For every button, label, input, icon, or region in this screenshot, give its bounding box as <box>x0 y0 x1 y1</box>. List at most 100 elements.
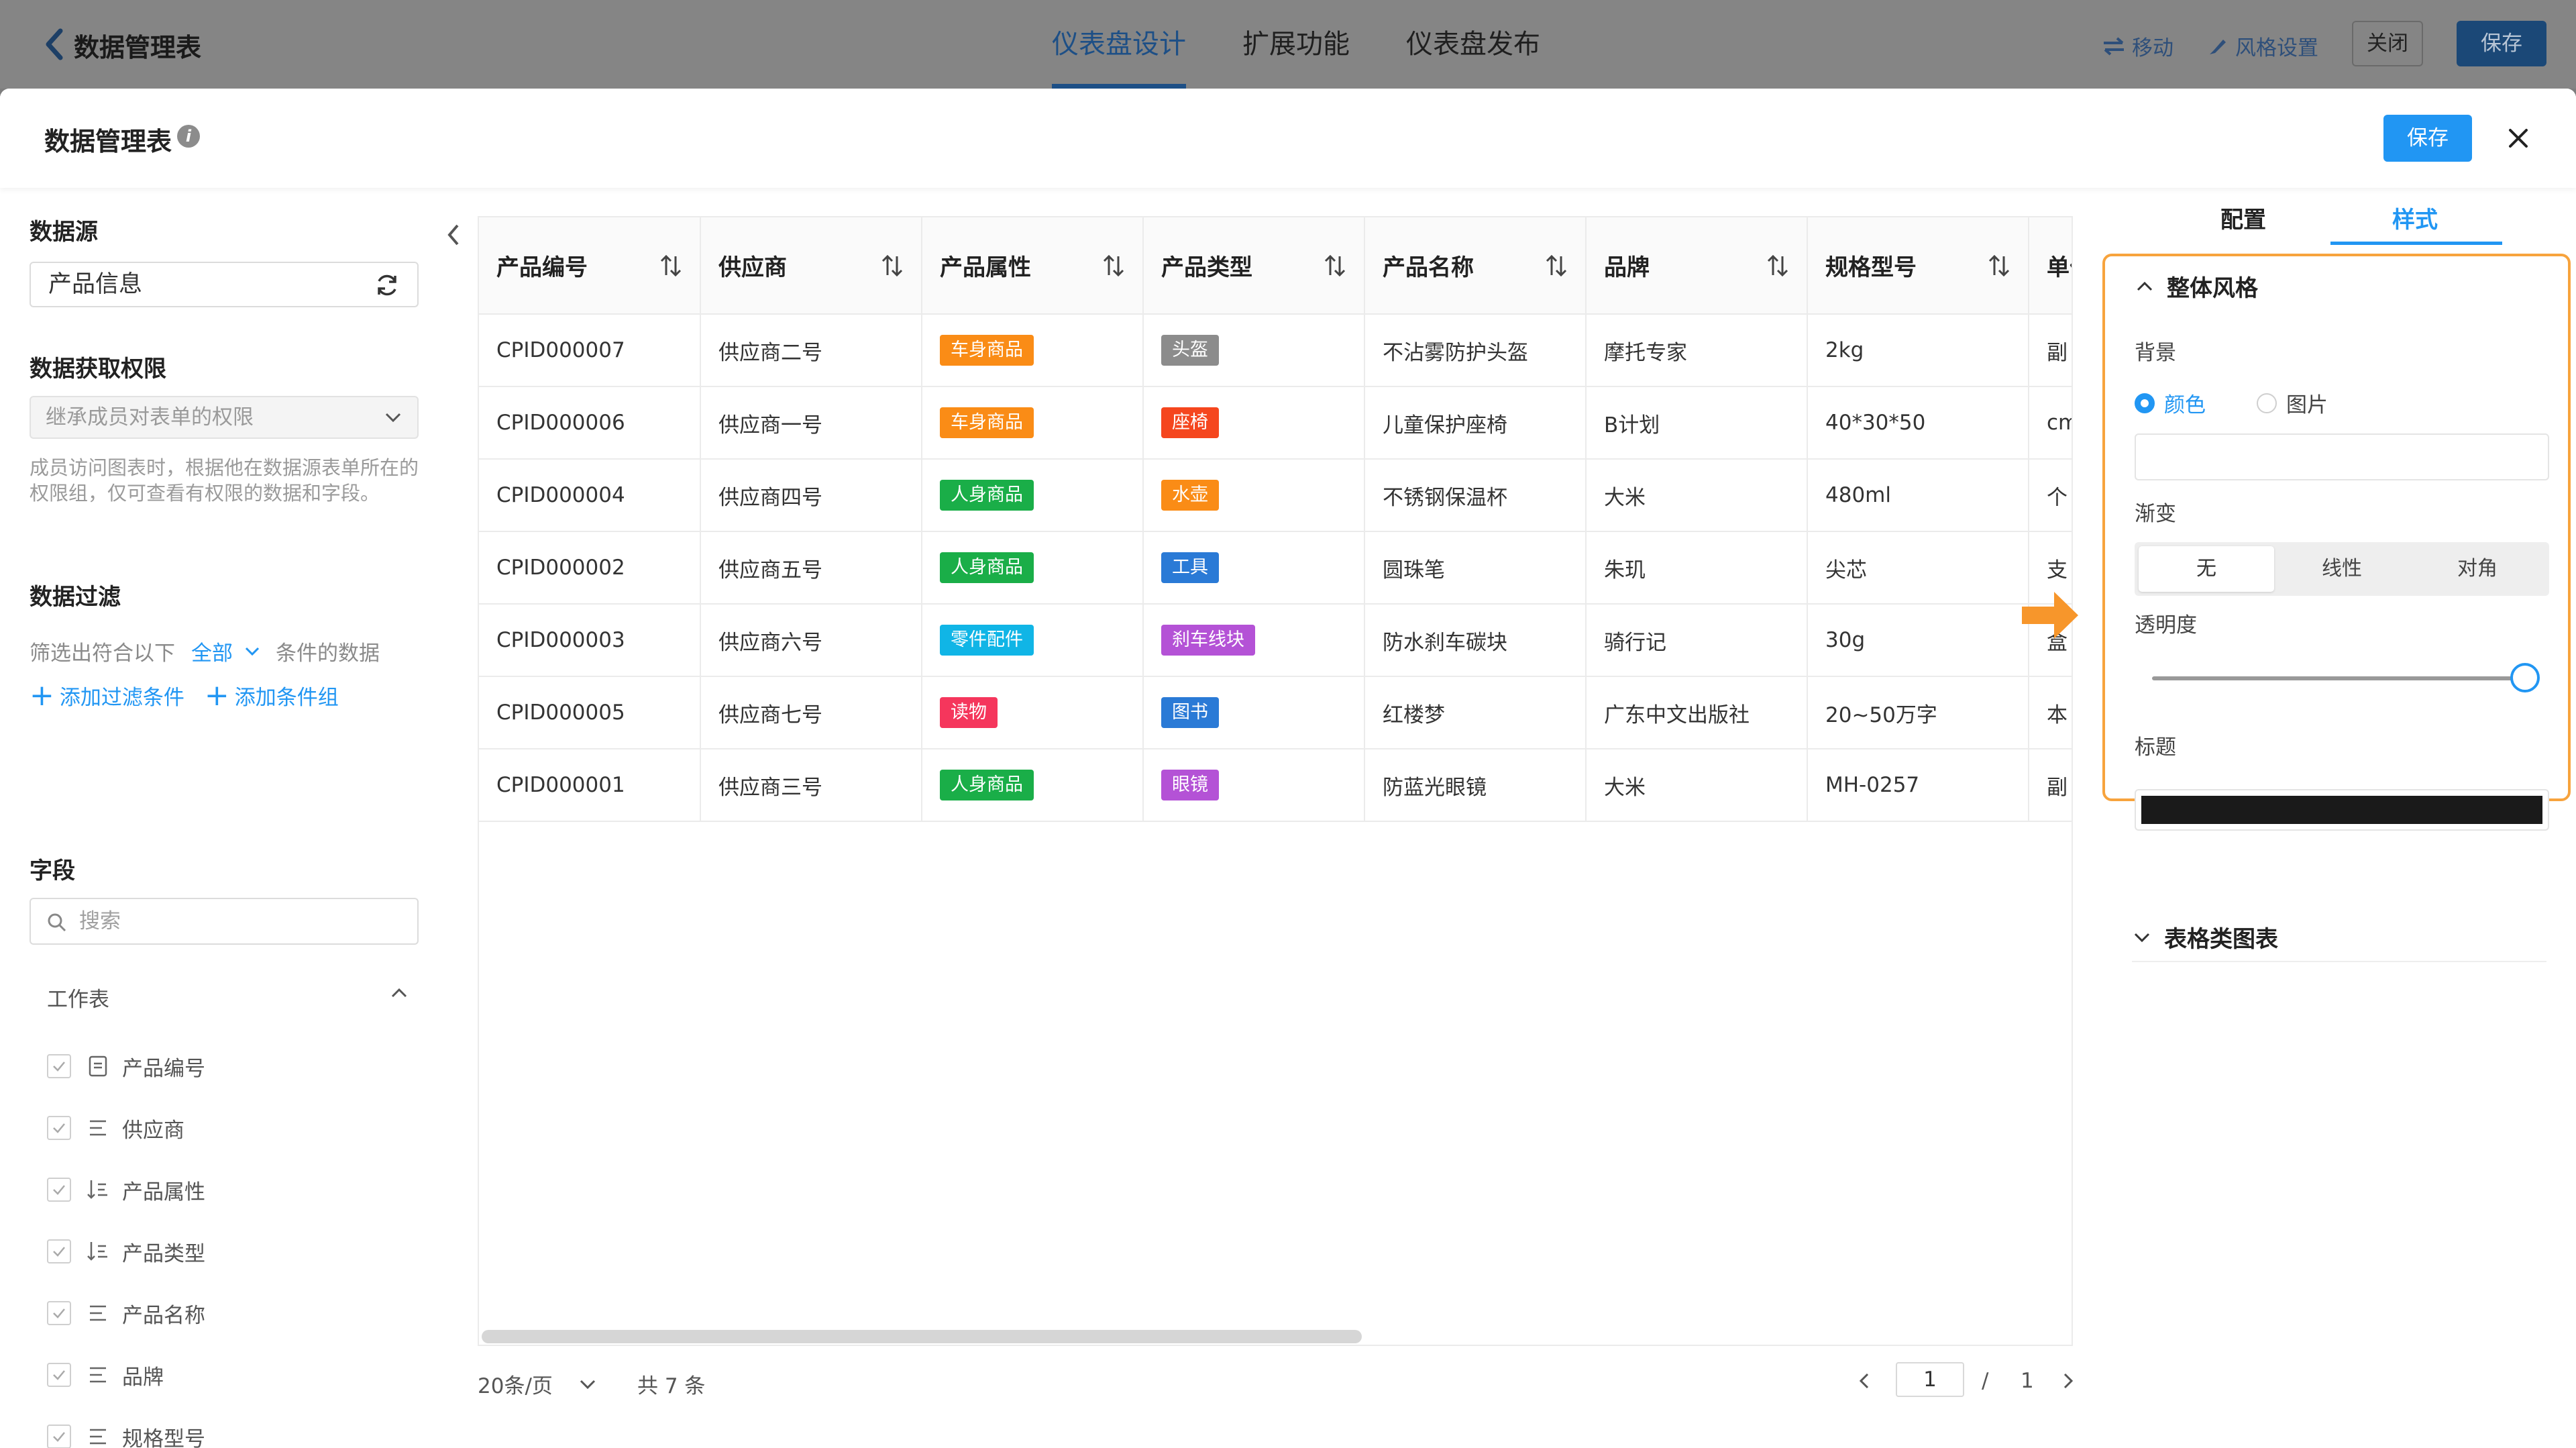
field-item[interactable]: 产品属性 <box>47 1174 205 1205</box>
column-header[interactable]: 产品类型 <box>1143 217 1365 315</box>
cell-product-attr: 人身商品 <box>922 459 1144 532</box>
sort-field-icon <box>85 1238 111 1265</box>
filter-prefix: 筛选出符合以下 <box>30 641 175 666</box>
gradient-segmented-control: 无 线性 对角 <box>2135 542 2549 596</box>
tab-extensions[interactable]: 扩展功能 <box>1242 0 1350 89</box>
gradient-option-linear[interactable]: 线性 <box>2274 546 2410 592</box>
chevron-down-icon <box>580 1380 595 1389</box>
tab-dashboard-publish[interactable]: 仪表盘发布 <box>1406 0 1540 89</box>
product-attr-tag: 车身商品 <box>940 335 1034 366</box>
field-item[interactable]: 品牌 <box>47 1359 164 1390</box>
close-icon[interactable] <box>2502 122 2534 154</box>
info-icon[interactable]: i <box>177 125 200 148</box>
cell-spec: 尖芯 <box>1807 531 2029 605</box>
opacity-label: 透明度 <box>2135 613 2197 637</box>
sort-icon[interactable] <box>659 252 682 279</box>
background-color-input[interactable] <box>2135 433 2549 480</box>
background-close-button[interactable]: 关闭 <box>2352 21 2423 66</box>
current-page-input[interactable]: 1 <box>1896 1362 1964 1397</box>
field-checkbox[interactable] <box>47 1301 71 1325</box>
overall-style-header[interactable]: 整体风格 <box>2135 270 2258 303</box>
field-item[interactable]: 产品类型 <box>47 1236 205 1267</box>
back-arrow-icon[interactable] <box>35 24 75 64</box>
column-header[interactable]: 规格型号 <box>1807 217 2029 315</box>
move-button[interactable]: 移动 <box>2102 31 2174 61</box>
sort-icon[interactable] <box>1766 252 1789 279</box>
collapse-panel-icon[interactable] <box>439 208 468 262</box>
sort-icon[interactable] <box>1102 252 1125 279</box>
cell-supplier: 供应商一号 <box>700 386 922 460</box>
column-header[interactable]: 品牌 <box>1586 217 1808 315</box>
cell-product-attr: 人身商品 <box>922 749 1144 822</box>
gradient-option-diagonal[interactable]: 对角 <box>2410 546 2545 592</box>
field-item[interactable]: 产品编号 <box>47 1051 205 1082</box>
radio-color[interactable] <box>2135 393 2155 413</box>
table-row[interactable]: CPID000001 供应商三号 人身商品 眼镜 防蓝光眼镜 大米 MH-0257 副 <box>479 749 2072 822</box>
background-save-button[interactable]: 保存 <box>2457 21 2546 66</box>
filter-actions: + 添加过滤条件 + 添加条件组 <box>30 680 359 711</box>
refresh-icon[interactable] <box>374 272 400 298</box>
field-label: 品牌 <box>122 1365 164 1390</box>
table-row[interactable]: CPID000002 供应商五号 人身商品 工具 圆珠笔 朱玑 尖芯支 <box>479 531 2072 605</box>
check-icon <box>53 1123 65 1133</box>
total-count: 共 7 条 <box>637 1374 706 1398</box>
cell-product-attr: 车身商品 <box>922 386 1144 460</box>
column-header[interactable]: 单位 <box>2029 217 2072 315</box>
field-checkbox[interactable] <box>47 1425 71 1448</box>
table-row[interactable]: CPID000003 供应商六号 零件配件 刹车线块 防水刹车碳块 骑行记 30g 盒 <box>479 604 2072 677</box>
field-item[interactable]: 规格型号 <box>47 1421 205 1448</box>
tab-config[interactable]: 配置 <box>2220 201 2266 234</box>
title-label: 标题 <box>2135 735 2176 760</box>
table-row[interactable]: CPID000006供应商一号车身商品 座椅 儿童保护座椅B计划40*30*50cm <box>479 386 2072 460</box>
next-page-icon[interactable] <box>2058 1370 2077 1392</box>
title-color-input[interactable] <box>2135 789 2549 831</box>
worksheet-group-header[interactable]: 工作表 <box>47 982 409 1013</box>
opacity-slider-track[interactable] <box>2152 676 2530 680</box>
cell-spec: MH-0257 <box>1807 749 2029 822</box>
field-search-input[interactable]: 搜索 <box>30 898 419 945</box>
column-header[interactable]: 供应商 <box>700 217 922 315</box>
filter-heading: 数据过滤 <box>30 584 121 611</box>
check-icon <box>53 1247 65 1257</box>
tab-style[interactable]: 样式 <box>2392 201 2438 234</box>
gradient-option-none[interactable]: 无 <box>2139 546 2274 592</box>
table-row[interactable]: CPID000004 供应商四号 人身商品 水壶 不锈钢保温杯 大米 480ml 个 <box>479 459 2072 532</box>
cell-brand: 骑行记 <box>1586 604 1808 677</box>
cell-spec: 20~50万字 <box>1807 676 2029 749</box>
column-header[interactable]: 产品名称 <box>1364 217 1587 315</box>
plus-icon: + <box>204 678 229 713</box>
field-item[interactable]: 产品名称 <box>47 1298 205 1329</box>
horizontal-scrollbar[interactable] <box>482 1330 1362 1343</box>
filter-mode-select[interactable]: 全部 <box>191 636 233 666</box>
table-row[interactable]: CPID000005 供应商七号 读物 图书 红楼梦 广东中文出版社 20~50万字本 <box>479 676 2072 749</box>
cell-product-attr: 车身商品 <box>922 314 1144 387</box>
field-item[interactable]: 供应商 <box>47 1113 184 1143</box>
fields-heading: 字段 <box>30 858 75 884</box>
chevron-down-icon[interactable] <box>244 645 261 658</box>
column-header[interactable]: 产品属性 <box>922 217 1144 315</box>
field-checkbox[interactable] <box>47 1239 71 1263</box>
cell-product-type: 座椅 <box>1143 386 1365 460</box>
opacity-slider-knob[interactable] <box>2510 663 2540 692</box>
sort-icon[interactable] <box>1324 252 1346 279</box>
tab-dashboard-design[interactable]: 仪表盘设计 <box>1052 0 1186 89</box>
table-row[interactable]: CPID000007 供应商二号 车身商品 头盔 不沾雾防护头盔 摩托专家 2kg 副 <box>479 314 2072 387</box>
add-filter-button[interactable]: + 添加过滤条件 <box>30 680 184 711</box>
column-header[interactable]: 产品编号 <box>479 217 701 315</box>
field-checkbox[interactable] <box>47 1116 71 1140</box>
sort-icon[interactable] <box>1545 252 1568 279</box>
field-checkbox[interactable] <box>47 1054 71 1078</box>
radio-image[interactable] <box>2257 393 2277 413</box>
field-checkbox[interactable] <box>47 1363 71 1387</box>
permission-select[interactable]: 继承成员对表单的权限 <box>30 396 419 439</box>
table-chart-section-header[interactable]: 表格类图表 <box>2132 921 2278 953</box>
dialog-save-button[interactable]: 保存 <box>2383 115 2472 162</box>
style-settings-button[interactable]: 风格设置 <box>2207 31 2318 61</box>
sort-icon[interactable] <box>1988 252 2010 279</box>
prev-page-icon[interactable] <box>1856 1370 1874 1392</box>
datasource-select[interactable]: 产品信息 <box>30 262 419 307</box>
add-group-button[interactable]: + 添加条件组 <box>205 680 339 711</box>
field-checkbox[interactable] <box>47 1178 71 1202</box>
page-size-select[interactable]: 20条/页 <box>478 1369 597 1399</box>
sort-icon[interactable] <box>881 252 904 279</box>
